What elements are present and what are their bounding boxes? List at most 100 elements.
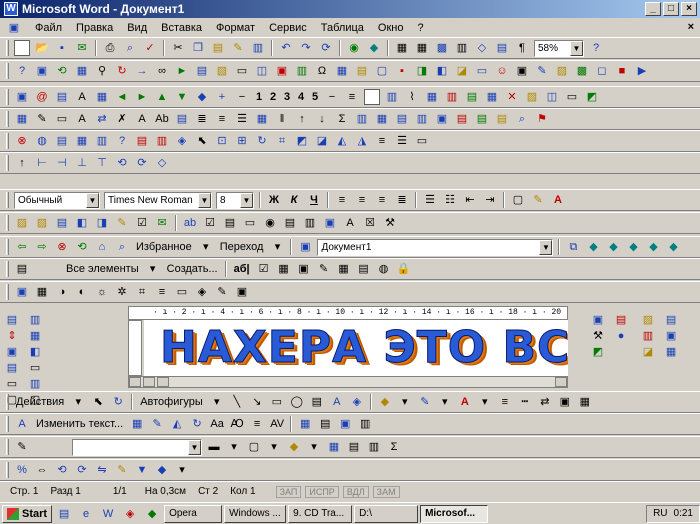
align-right-icon[interactable]: ≡ xyxy=(374,192,390,208)
hammer-icon[interactable]: ⚒ xyxy=(382,215,398,231)
frame-icon[interactable]: ▤ xyxy=(356,261,372,277)
list-icon[interactable]: ▤ xyxy=(282,215,298,231)
node-4-icon[interactable]: ◆ xyxy=(645,239,661,255)
insert-picture-icon[interactable]: ▣ xyxy=(274,63,290,79)
check-box-icon[interactable]: ☑ xyxy=(134,215,150,231)
text-icon[interactable]: A xyxy=(74,89,90,105)
menu-file[interactable]: Файл xyxy=(32,21,65,35)
book-icon[interactable]: ▥ xyxy=(250,40,266,56)
show-only-web-icon[interactable]: ▣ xyxy=(297,239,313,255)
next-page-icon[interactable]: ◨ xyxy=(94,215,110,231)
chevron-down-icon[interactable]: ▾ xyxy=(306,439,322,455)
tool-icon[interactable]: ▣ xyxy=(663,328,679,344)
arrow-up-icon[interactable]: ▲ xyxy=(154,89,170,105)
tool-icon[interactable]: ◪ xyxy=(640,344,656,360)
contrast-icon[interactable]: ◑ xyxy=(54,284,70,300)
page-setup-icon[interactable]: ▣ xyxy=(34,63,50,79)
play-icon[interactable]: ▶ xyxy=(634,63,650,79)
numbering-icon[interactable]: ☰ xyxy=(422,192,438,208)
next-icon[interactable]: ► xyxy=(174,63,190,79)
vertical-text-icon[interactable]: Ꜵ xyxy=(229,416,245,432)
tool-icon[interactable]: ● xyxy=(613,328,629,344)
rotate-icon[interactable]: ↻ xyxy=(189,416,205,432)
textbox-icon[interactable]: ▭ xyxy=(474,63,490,79)
tool-icon[interactable]: ▤ xyxy=(613,312,629,328)
underline-button[interactable]: Ч xyxy=(306,192,322,208)
menu-help[interactable]: ? xyxy=(414,21,426,35)
insert-table-icon[interactable]: ▦ xyxy=(414,40,430,56)
justify-icon[interactable]: ≣ xyxy=(394,192,410,208)
scroll-icon[interactable]: ▥ xyxy=(302,215,318,231)
picture-icon[interactable]: ▣ xyxy=(514,63,530,79)
nudge-icon[interactable]: ⊥ xyxy=(74,155,90,171)
node-5-icon[interactable]: ◆ xyxy=(665,239,681,255)
insert-file-icon[interactable]: ▧ xyxy=(214,63,230,79)
format-wordart-icon[interactable]: ✎ xyxy=(149,416,165,432)
checkbox-icon[interactable]: ☑ xyxy=(256,261,272,277)
checkbox-field-icon[interactable]: ☑ xyxy=(202,215,218,231)
node-2-icon[interactable]: ◆ xyxy=(605,239,621,255)
paste-icon[interactable]: ▤ xyxy=(210,40,226,56)
sum-icon[interactable]: Σ xyxy=(386,439,402,455)
scroll-right-icon[interactable] xyxy=(555,377,567,387)
address-combo[interactable]: Документ1 ▼ xyxy=(317,238,554,256)
cell-icon[interactable]: ▣ xyxy=(434,111,450,127)
toolbar-grip[interactable] xyxy=(6,40,9,56)
align-icon[interactable]: ≡ xyxy=(214,111,230,127)
sheet-icon[interactable]: ▤ xyxy=(134,133,150,149)
arrow-right-icon[interactable]: ► xyxy=(134,89,150,105)
text-a-icon[interactable]: A xyxy=(74,111,90,127)
align-left-icon[interactable]: ⊢ xyxy=(34,155,50,171)
decrease-indent-icon[interactable]: ⇤ xyxy=(462,192,478,208)
picture-icon[interactable]: ▣ xyxy=(14,89,30,105)
flag-icon[interactable]: ⚑ xyxy=(534,111,550,127)
frames-icon[interactable]: ▥ xyxy=(94,133,110,149)
repeat-icon[interactable]: ⟳ xyxy=(318,40,334,56)
help-icon[interactable]: ? xyxy=(588,40,604,56)
pencil-icon[interactable]: ✎ xyxy=(316,261,332,277)
crop-icon[interactable]: ⌗ xyxy=(274,133,290,149)
menu-window[interactable]: Окно xyxy=(375,21,407,35)
copy-icon[interactable]: ❐ xyxy=(190,40,206,56)
maximize-button[interactable]: □ xyxy=(663,2,679,16)
delete-icon[interactable]: ✕ xyxy=(504,89,520,105)
yellow-sheet-icon[interactable]: ▤ xyxy=(494,111,510,127)
tool-icon[interactable]: ▭ xyxy=(27,360,43,376)
spelling-icon[interactable]: ✓ xyxy=(142,40,158,56)
globe-icon[interactable]: ◍ xyxy=(34,133,50,149)
hidden-icon[interactable]: ☒ xyxy=(362,215,378,231)
line-style-icon[interactable]: ≡ xyxy=(154,284,170,300)
select-icon[interactable]: ⬉ xyxy=(90,394,106,410)
folder-icon[interactable]: ▨ xyxy=(14,215,30,231)
list-icon[interactable]: ▤ xyxy=(54,133,70,149)
sort-desc-icon[interactable]: ↓ xyxy=(314,111,330,127)
folder-icon[interactable]: ▨ xyxy=(524,89,540,105)
insert-wordart-icon[interactable]: A xyxy=(14,416,30,432)
menu-view[interactable]: Вид xyxy=(124,21,150,35)
word-icon[interactable]: W xyxy=(100,506,116,522)
chain-icon[interactable]: ∞ xyxy=(154,63,170,79)
tool-icon[interactable]: ▤ xyxy=(4,360,20,376)
insert-picture-icon[interactable]: ▣ xyxy=(14,284,30,300)
format-picture-icon[interactable]: ◈ xyxy=(194,284,210,300)
funnel-icon[interactable]: ▼ xyxy=(134,462,150,478)
start-button[interactable]: Start xyxy=(2,504,53,523)
save-icon[interactable]: ▪ xyxy=(54,40,70,56)
table-icon[interactable]: ▦ xyxy=(326,439,342,455)
lines-icon[interactable]: ≣ xyxy=(194,111,210,127)
textbox-icon[interactable]: ▤ xyxy=(309,394,325,410)
cut-icon[interactable]: ✂ xyxy=(170,40,186,56)
more-contrast-icon[interactable]: ◐ xyxy=(74,284,90,300)
percent-icon[interactable]: % xyxy=(14,462,30,478)
heading-3-button[interactable]: 3 xyxy=(280,91,294,103)
chart-icon[interactable]: ▥ xyxy=(444,89,460,105)
page-icon[interactable]: ▤ xyxy=(54,215,70,231)
task-cd-tracks[interactable]: 9. CD Tra... xyxy=(288,504,353,523)
free-rotate-icon[interactable]: ↻ xyxy=(110,394,126,410)
insert-row-icon[interactable]: ▦ xyxy=(94,89,110,105)
bullets-icon[interactable]: ☷ xyxy=(442,192,458,208)
autotext-icon[interactable]: ▤ xyxy=(354,63,370,79)
bring-front-icon[interactable]: ◩ xyxy=(294,133,310,149)
menu-insert[interactable]: Вставка xyxy=(158,21,205,35)
folder-open-icon[interactable]: ▨ xyxy=(34,215,50,231)
